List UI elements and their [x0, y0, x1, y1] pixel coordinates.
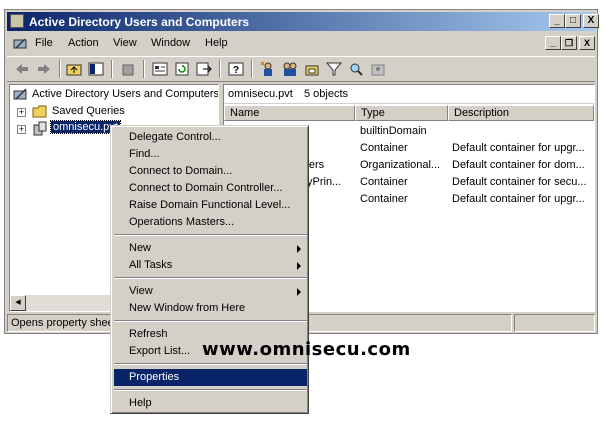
title-bar: Active Directory Users and Computers _ □… — [7, 12, 599, 31]
menu-file[interactable]: File — [35, 37, 53, 49]
window-title: Active Directory Users and Computers — [29, 15, 250, 29]
cell-type: Container — [360, 176, 408, 188]
mdi-restore-button[interactable]: ❐ — [561, 36, 577, 50]
cell-description — [452, 123, 592, 139]
menu-view[interactable]: View — [113, 37, 137, 49]
console-root-icon — [13, 88, 27, 100]
menu-item-new[interactable]: New — [114, 240, 307, 257]
cell-description: Default container for secu... — [452, 176, 587, 188]
menu-item-label: All Tasks — [129, 259, 173, 271]
cell-type: Container — [360, 193, 408, 205]
refresh-icon[interactable] — [173, 60, 191, 78]
delete-icon[interactable] — [119, 60, 137, 78]
toolbar-separator — [143, 60, 145, 78]
new-ou-icon[interactable] — [303, 60, 321, 78]
forward-icon[interactable] — [35, 60, 53, 78]
console-icon — [13, 38, 27, 49]
menu-item-raise-functional-level[interactable]: Raise Domain Functional Level... — [114, 197, 307, 214]
menu-item-properties[interactable]: Properties — [114, 369, 307, 386]
app-icon — [10, 14, 24, 28]
menu-separator — [114, 389, 307, 391]
cell-name: tyPrin... — [304, 176, 342, 188]
details-container-name: omnisecu.pvt — [228, 88, 293, 100]
menu-separator — [114, 363, 307, 365]
column-header-name[interactable]: Name — [224, 105, 355, 121]
scroll-left-icon[interactable]: ◀ — [10, 295, 26, 311]
menu-item-find[interactable]: Find... — [114, 146, 307, 163]
menu-help[interactable]: Help — [205, 37, 228, 49]
mdi-close-button[interactable]: X — [579, 36, 595, 50]
menu-item-connect-to-domain[interactable]: Connect to Domain... — [114, 163, 307, 180]
menu-item-new-window[interactable]: New Window from Here — [114, 300, 307, 317]
status-panel — [514, 314, 595, 332]
submenu-arrow-icon — [297, 288, 301, 296]
menu-item-operations-masters[interactable]: Operations Masters... — [114, 214, 307, 231]
domain-icon — [33, 121, 47, 136]
tree-root-label: Active Directory Users and Computers — [32, 88, 219, 100]
submenu-arrow-icon — [297, 262, 301, 270]
menu-bar: File Action View Window Help _ ❐ X — [7, 33, 595, 55]
show-tree-icon[interactable] — [87, 60, 105, 78]
menu-item-delegate-control[interactable]: Delegate Control... — [114, 129, 307, 146]
maximize-button[interactable]: □ — [565, 14, 581, 28]
details-object-count: 5 objects — [304, 88, 349, 100]
menu-action[interactable]: Action — [68, 37, 99, 49]
toolbar-separator — [111, 60, 113, 78]
cell-description: Default container for upgr... — [452, 193, 585, 205]
back-icon[interactable] — [13, 60, 31, 78]
folder-icon — [32, 105, 47, 118]
minimize-button[interactable]: _ — [549, 14, 565, 28]
details-header: omnisecu.pvt 5 objects — [224, 85, 594, 104]
menu-item-label: New — [129, 242, 152, 254]
expand-icon[interactable]: + — [17, 125, 26, 134]
svg-text:?: ? — [233, 65, 239, 76]
submenu-arrow-icon — [297, 245, 301, 253]
column-header-type[interactable]: Type — [355, 105, 448, 121]
menu-item-view[interactable]: View — [114, 283, 307, 300]
close-button[interactable]: X — [583, 14, 599, 28]
mdi-minimize-button[interactable]: _ — [545, 36, 561, 50]
cell-description: Default container for dom... — [452, 159, 585, 171]
toolbar: ? — [7, 56, 595, 82]
watermark-text: www.omnisecu.com — [202, 339, 411, 360]
menu-item-help[interactable]: Help — [114, 395, 307, 412]
column-header-description[interactable]: Description — [448, 105, 594, 121]
help-icon[interactable]: ? — [227, 60, 245, 78]
menu-item-all-tasks[interactable]: All Tasks — [114, 257, 307, 274]
properties-icon[interactable] — [151, 60, 169, 78]
export-list-icon[interactable] — [195, 60, 213, 78]
toolbar-separator — [59, 60, 61, 78]
toolbar-separator — [251, 60, 253, 78]
add-to-group-icon[interactable] — [369, 60, 387, 78]
cell-type: builtinDomain — [360, 125, 427, 137]
new-group-icon[interactable] — [281, 60, 299, 78]
filter-icon[interactable] — [325, 60, 343, 78]
up-folder-icon[interactable] — [65, 60, 83, 78]
tree-item-label: Saved Queries — [52, 105, 125, 117]
cell-type: Organizational... — [360, 159, 441, 171]
new-user-icon[interactable] — [259, 60, 277, 78]
cell-type: Container — [360, 142, 408, 154]
cell-description: Default container for upgr... — [452, 142, 585, 154]
menu-window[interactable]: Window — [151, 37, 190, 49]
expand-icon[interactable]: + — [17, 108, 26, 117]
menu-item-connect-to-dc[interactable]: Connect to Domain Controller... — [114, 180, 307, 197]
menu-separator — [114, 234, 307, 236]
menu-item-label: View — [129, 285, 153, 297]
find-icon[interactable] — [347, 60, 365, 78]
context-menu: Delegate Control... Find... Connect to D… — [110, 125, 309, 414]
menu-separator — [114, 277, 307, 279]
toolbar-separator — [219, 60, 221, 78]
cell-name: llers — [304, 159, 325, 171]
menu-separator — [114, 320, 307, 322]
